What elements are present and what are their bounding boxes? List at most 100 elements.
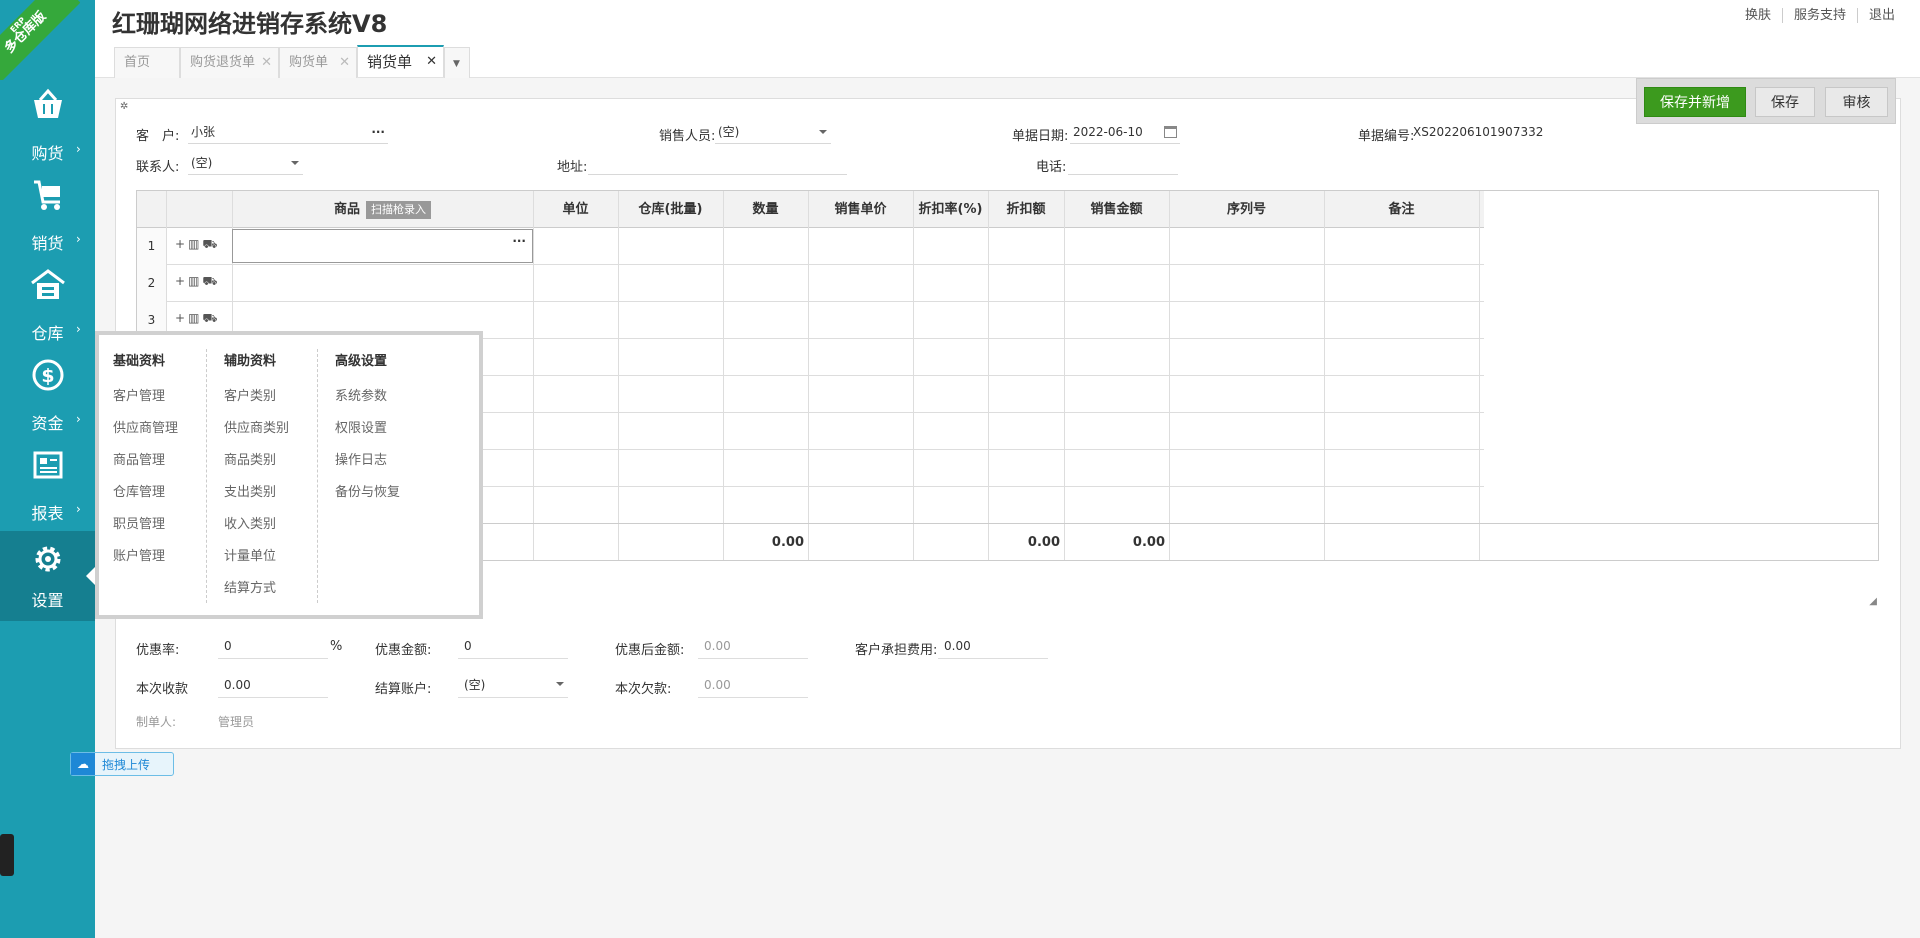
- more-icon[interactable]: ···: [512, 234, 526, 248]
- nav-label: 设置: [31, 591, 64, 610]
- grid-header: 商品 扫描枪录入 单位 仓库(批量) 数量 销售单价 折扣率(%) 折扣额 销售金…: [137, 191, 1484, 228]
- customer-fee-label: 客户承担费用:: [855, 643, 938, 658]
- save-button[interactable]: 保存: [1755, 87, 1815, 117]
- menu-item[interactable]: 系统参数: [335, 381, 445, 413]
- salesperson-value: (空): [718, 125, 740, 139]
- salesperson-label: 销售人员:: [659, 129, 716, 144]
- scan-button[interactable]: 扫描枪录入: [366, 200, 431, 219]
- report-icon: [33, 451, 62, 479]
- row-number: 2: [137, 265, 166, 302]
- settings-small-icon[interactable]: ✲: [120, 101, 128, 112]
- top-bar: 红珊瑚网络进销存系统V8 换肤 服务支持 退出 首页 购货退货单 ✕ 购货单 ✕ 销货单…: [95, 0, 1920, 78]
- menu-item[interactable]: 操作日志: [335, 445, 445, 477]
- received-input[interactable]: 0.00: [218, 674, 328, 698]
- chevron-right-icon: ›: [76, 502, 81, 516]
- date-label: 单据日期:: [1012, 129, 1069, 144]
- nav-item-settings[interactable]: 设置: [0, 531, 95, 621]
- more-icon[interactable]: ···: [371, 122, 385, 142]
- account-select[interactable]: (空): [458, 674, 568, 698]
- after-discount-label: 优惠后金额:: [615, 643, 685, 658]
- close-icon[interactable]: ✕: [339, 48, 350, 78]
- customer-value: 小张: [191, 125, 216, 139]
- discount-amount-input[interactable]: 0: [458, 635, 568, 659]
- cart-small-icon[interactable]: ⛟: [202, 274, 220, 288]
- chevron-down-icon: [819, 130, 827, 138]
- contact-label: 联系人:: [136, 160, 180, 175]
- gear-icon: [35, 546, 60, 572]
- cart-small-icon[interactable]: ⛟: [202, 311, 220, 325]
- phone-input[interactable]: [1068, 153, 1178, 175]
- customer-field[interactable]: 小张 ···: [188, 122, 388, 144]
- tab-purchase[interactable]: 购货单 ✕: [279, 47, 357, 78]
- col-qty: 数量: [752, 202, 779, 217]
- add-row-icon[interactable]: +: [175, 237, 188, 251]
- account-value: (空): [464, 678, 486, 692]
- product-input[interactable]: ···: [232, 229, 533, 263]
- date-field[interactable]: 2022-06-10: [1070, 122, 1180, 144]
- address-input[interactable]: [588, 153, 847, 175]
- chevron-right-icon: ›: [76, 322, 81, 336]
- save-new-button[interactable]: 保存并新增: [1644, 87, 1746, 117]
- customer-label: 客 户:: [136, 129, 180, 144]
- discount-rate-input[interactable]: 0: [218, 635, 328, 659]
- logout-link[interactable]: 退出: [1856, 8, 1906, 23]
- delete-row-icon[interactable]: ▥: [188, 274, 202, 288]
- warehouse-icon: [30, 269, 65, 299]
- phone-label: 电话:: [1036, 160, 1067, 175]
- nav-item-sales[interactable]: 销货 ›: [0, 178, 95, 268]
- contact-select[interactable]: (空): [188, 153, 303, 175]
- col-amount: 销售金额: [1090, 202, 1143, 217]
- nav-item-finance[interactable]: $ 资金 ›: [0, 358, 95, 448]
- tab-sales[interactable]: 销货单 ✕: [357, 45, 444, 77]
- skin-link[interactable]: 换肤: [1734, 8, 1782, 23]
- maker-label: 制单人:: [136, 715, 177, 729]
- sidebar-handle[interactable]: [0, 834, 14, 876]
- owed-label: 本次欠款:: [615, 682, 672, 697]
- docno-value: XS202206101907332: [1413, 125, 1544, 139]
- tab-purchase-return[interactable]: 购货退货单 ✕: [180, 47, 279, 78]
- basket-icon: [33, 88, 62, 118]
- table-row: 2 +▥⛟: [137, 265, 1484, 302]
- audit-button[interactable]: 审核: [1825, 87, 1888, 117]
- dollar-icon: $: [32, 359, 63, 391]
- col-discount-rate: 折扣率(%): [918, 202, 983, 217]
- support-link[interactable]: 服务支持: [1781, 8, 1857, 23]
- menu-item[interactable]: 权限设置: [335, 413, 445, 445]
- app-root: ERP 多仓库版 购货 › 销货 › 仓库 › $ 资金 › 报表 › 设置 红…: [0, 0, 1920, 938]
- col-warehouse: 仓库(批量): [638, 202, 703, 217]
- total-discount: 0.00: [1027, 535, 1060, 550]
- add-row-icon[interactable]: +: [175, 274, 188, 288]
- col-product: 商品 扫描枪录入: [232, 191, 533, 228]
- table-row: 1 +▥⛟ ···: [137, 228, 1484, 265]
- row-number: 1: [137, 228, 166, 265]
- upload-label: 拖拽上传: [102, 758, 151, 772]
- account-label: 结算账户:: [375, 682, 432, 697]
- resize-handle-icon[interactable]: ◢: [1869, 596, 1877, 607]
- delete-row-icon[interactable]: ▥: [188, 311, 202, 325]
- date-value: 2022-06-10: [1073, 125, 1143, 139]
- delete-row-icon[interactable]: ▥: [188, 237, 202, 251]
- calendar-icon[interactable]: [1164, 126, 1177, 138]
- tab-label: 购货单: [289, 55, 329, 70]
- drag-upload-button[interactable]: ☁ 拖拽上传: [70, 752, 174, 776]
- close-icon[interactable]: ✕: [261, 48, 272, 78]
- chevron-right-icon: ›: [76, 232, 81, 246]
- nav-item-purchase[interactable]: 购货 ›: [0, 88, 95, 178]
- col-unit: 单位: [562, 202, 589, 217]
- chevron-down-icon: ▼: [453, 59, 460, 69]
- nav-item-reports[interactable]: 报表 ›: [0, 448, 95, 538]
- app-title: 红珊瑚网络进销存系统V8: [112, 10, 388, 38]
- edition-ribbon: ERP 多仓库版: [0, 0, 80, 80]
- after-discount-value: 0.00: [698, 635, 808, 659]
- cart-small-icon[interactable]: ⛟: [202, 237, 220, 251]
- discount-amount-label: 优惠金额:: [375, 643, 432, 658]
- salesperson-select[interactable]: (空): [715, 122, 831, 144]
- tab-overflow-button[interactable]: ▼: [444, 47, 470, 78]
- menu-item[interactable]: 备份与恢复: [335, 477, 445, 509]
- add-row-icon[interactable]: +: [175, 311, 188, 325]
- nav-item-warehouse[interactable]: 仓库 ›: [0, 268, 95, 358]
- ribbon-edition: 多仓库版: [2, 9, 50, 57]
- customer-fee-input[interactable]: 0.00: [938, 635, 1048, 659]
- tab-home[interactable]: 首页: [114, 47, 180, 78]
- close-icon[interactable]: ✕: [426, 47, 437, 77]
